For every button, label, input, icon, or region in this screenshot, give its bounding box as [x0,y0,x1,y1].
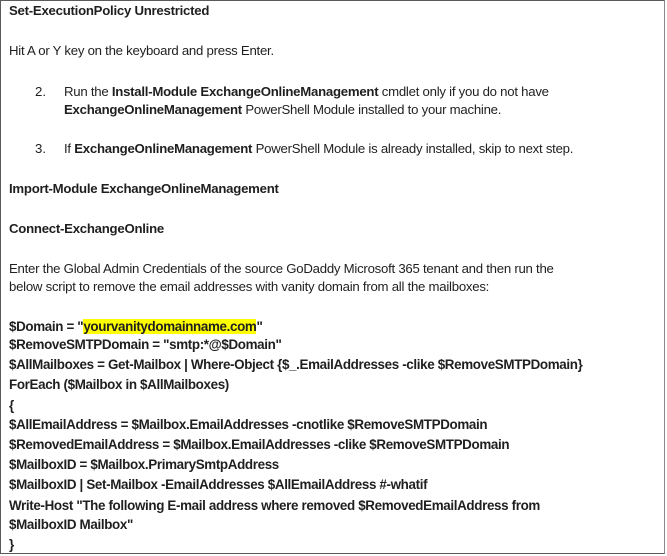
step-3-pre: If [64,141,75,156]
step-3-module: ExchangeOnlineManagement [74,141,253,156]
script-line: } [9,537,14,552]
cmd-import-module: Import-Module ExchangeOnlineManagement [9,181,279,196]
script-line: $AllEmailAddress = $Mailbox.EmailAddress… [9,417,488,432]
script-line-domain: $Domain = "yourvanitydomainname.com" [9,318,263,336]
intro-line-2: below script to remove the email address… [9,279,490,294]
step-3-line: If ExchangeOnlineManagement PowerShell M… [64,140,573,158]
script-line: $RemoveSMTPDomain = "smtp:*@$Domain" [9,337,282,352]
script-line: { [9,398,14,413]
step-2-module: ExchangeOnlineManagement [64,102,242,117]
step-2-cmdlet: Install-Module ExchangeOnlineManagement [111,84,379,99]
script-line: $MailboxID = $Mailbox.PrimarySmtpAddress [9,457,279,472]
step-2-line-1: Run the Install-Module ExchangeOnlineMan… [64,83,549,101]
cmd-set-execution-policy: Set-ExecutionPolicy Unrestricted [9,3,210,18]
script-domain-post: " [256,319,263,334]
script-line: $RemovedEmailAddress = $Mailbox.EmailAdd… [9,437,510,452]
intro-line-1: Enter the Global Admin Credentials of th… [9,261,554,276]
script-domain-pre: $Domain = " [9,319,84,334]
script-line: $MailboxID Mailbox" [9,517,133,532]
step-2-line-2: ExchangeOnlineManagement PowerShell Modu… [64,101,501,119]
document-page: Set-ExecutionPolicy Unrestricted Hit A o… [0,0,665,554]
step-2-tail: PowerShell Module installed to your mach… [241,102,502,117]
step-3-number: 3. [35,141,46,156]
script-line: Write-Host "The following E-mail address… [9,498,540,513]
step-2-pre: Run the [64,84,112,99]
instruction-hit-key: Hit A or Y key on the keyboard and press… [9,43,274,58]
script-line: ForEach ($Mailbox in $AllMailboxes) [9,377,229,392]
step-2-number: 2. [35,84,46,99]
cmd-connect-exchange: Connect-ExchangeOnline [9,221,164,236]
script-domain-value-highlight: yourvanitydomainname.com [83,319,257,334]
step-3-post: PowerShell Module is already installed, … [252,141,574,156]
script-line: $MailboxID | Set-Mailbox -EmailAddresses… [9,477,428,492]
script-line: $AllMailboxes = Get-Mailbox | Where-Obje… [9,357,583,372]
step-2-post: cmdlet only if you do not have [378,84,549,99]
